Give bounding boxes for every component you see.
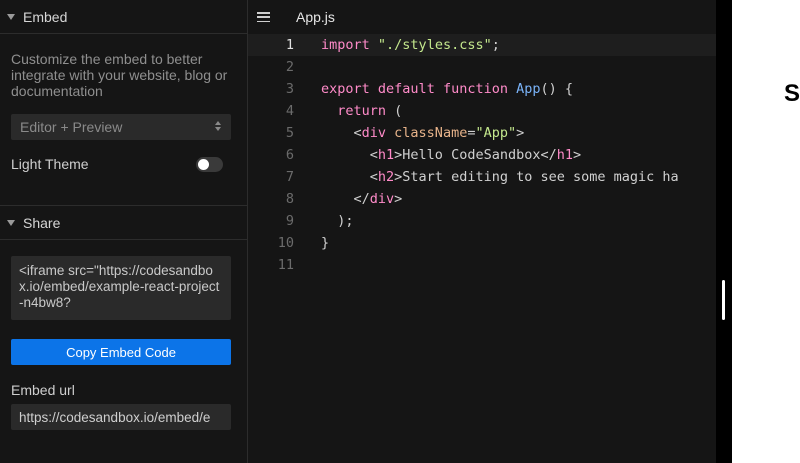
code-text: ); [294,210,354,232]
pane-divider[interactable] [716,0,732,463]
code-line[interactable]: 10} [248,232,716,254]
embed-url-label: Embed url [11,382,75,398]
preview-heading: S [784,80,800,107]
code-text: <div className="App"> [294,122,525,144]
collapse-triangle-icon [7,219,15,226]
copy-embed-code-button[interactable]: Copy Embed Code [11,339,231,365]
code-editor: App.js 1 import "./styles.css"; 2 3 export d… [248,0,716,463]
code-line[interactable]: 3 export default function App() { [248,78,716,100]
light-theme-label: Light Theme [11,156,89,172]
share-section-title: Share [23,214,61,231]
code-text: </div> [294,188,403,210]
code-line[interactable]: 6 <h1>Hello CodeSandbox</h1> [248,144,716,166]
code-line[interactable]: 1 import "./styles.css"; [248,34,716,56]
code-line[interactable]: 11 [248,254,716,276]
code-text: <h2>Start editing to see some magic ha [294,166,679,188]
code-text: return ( [294,100,402,122]
tab-app-js[interactable]: App.js [288,0,343,34]
code-text: <h1>Hello CodeSandbox</h1> [294,144,581,166]
code-line[interactable]: 8 </div> [248,188,716,210]
line-number: 2 [285,59,294,75]
code-token: h2 [377,169,395,185]
select-arrows-icon [215,121,222,133]
code-line[interactable]: 5 <div className="App"> [248,122,716,144]
code-token: function [442,81,508,97]
line-number: 4 [285,103,294,119]
code-token: ); [321,213,354,229]
toggle-knob [198,158,209,170]
code-text: import "./styles.css"; [294,34,500,56]
code-token: "./styles.css" [377,37,492,53]
line-number: 5 [285,125,294,141]
collapse-triangle-icon [7,13,15,20]
code-token: ( [386,103,403,119]
code-area[interactable]: 1 import "./styles.css"; 2 3 export default … [248,34,716,276]
line-number: 9 [285,213,294,229]
code-token: h1 [556,147,573,163]
code-token: () { [540,81,574,97]
view-mode-value: Editor + Preview [20,119,123,135]
line-number: 10 [277,235,294,251]
code-token: >Hello CodeSandbox</ [394,147,557,163]
light-theme-toggle[interactable] [196,156,223,172]
code-token: > [394,191,403,207]
hamburger-menu-icon[interactable] [257,12,270,22]
code-text: } [294,232,329,254]
light-theme-row: Light Theme [11,155,223,173]
embed-url-input[interactable] [11,404,231,430]
code-token: App [516,81,541,97]
embed-description: Customize the embed to better integrate … [11,51,228,99]
code-line[interactable]: 9 ); [248,210,716,232]
code-line[interactable]: 4 return ( [248,100,716,122]
line-number: 6 [285,147,294,163]
code-text: export default function App() { [294,78,573,100]
code-token: "App" [475,125,517,141]
code-token: export [321,81,370,97]
code-token: } [321,235,330,251]
code-token: < [321,125,362,141]
embed-section-title: Embed [23,8,68,25]
line-number: 3 [285,81,294,97]
code-token: default [377,81,435,97]
code-token: return [337,103,387,119]
embed-sidebar: Embed Customize the embed to better inte… [0,0,248,463]
code-token: < [321,169,378,185]
code-token: ; [491,37,500,53]
line-number: 11 [277,257,294,273]
share-section: Share [0,205,247,240]
embed-code-textarea[interactable]: <iframe src="https://codesandbox.io/embe… [11,256,231,320]
code-token: import [321,37,370,53]
code-token: < [321,147,378,163]
preview-pane: S [732,0,800,463]
code-token: div [361,125,387,141]
resize-handle[interactable] [722,280,725,320]
code-token: > [516,125,525,141]
code-token: </ [321,191,370,207]
line-number: 8 [285,191,294,207]
code-token: className [394,125,468,141]
line-number: 1 [285,37,294,53]
embed-section-header[interactable]: Embed [0,0,247,34]
editor-tabbar: App.js [248,0,716,34]
code-token: h1 [377,147,395,163]
code-line[interactable]: 7 <h2>Start editing to see some magic ha [248,166,716,188]
line-number: 7 [285,169,294,185]
view-mode-select[interactable]: Editor + Preview [11,114,231,140]
code-token: >Start editing to see some magic ha [394,169,679,185]
share-section-header[interactable]: Share [0,206,247,240]
code-token: > [573,147,582,163]
code-line[interactable]: 2 [248,56,716,78]
code-token: div [369,191,395,207]
